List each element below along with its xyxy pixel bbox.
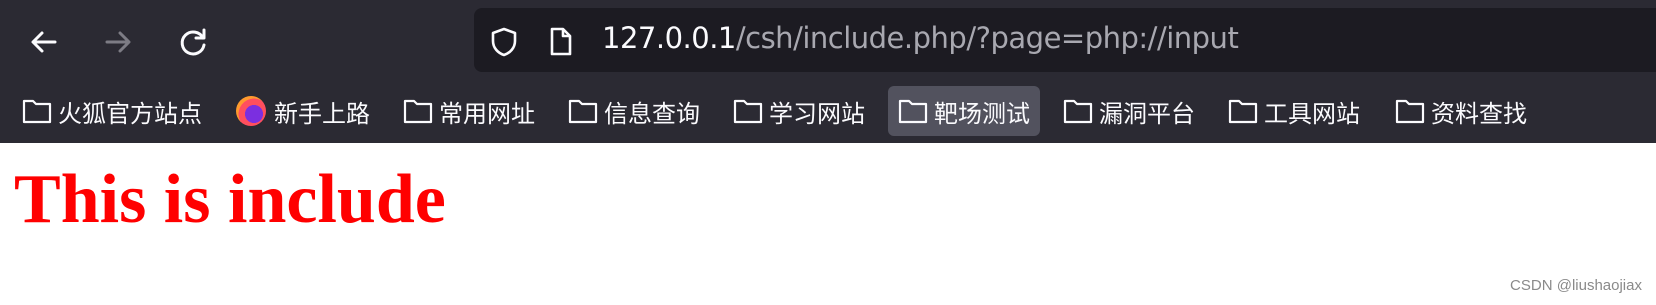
- folder-icon: [1395, 99, 1425, 124]
- reload-icon: [180, 28, 206, 56]
- back-button[interactable]: [24, 22, 64, 62]
- bookmark-label: 信息查询: [604, 99, 700, 128]
- bookmark-folder-changyong[interactable]: 常用网址: [403, 86, 535, 136]
- bookmark-folder-bachang[interactable]: 靶场测试: [888, 86, 1040, 136]
- url-text[interactable]: 127.0.0.1/csh/include.php/?page=php://in…: [602, 20, 1239, 56]
- bookmark-label: 工具网站: [1264, 99, 1360, 128]
- bookmark-folder-loudong[interactable]: 漏洞平台: [1063, 86, 1195, 136]
- bookmark-label: 火狐官方站点: [58, 99, 202, 128]
- forward-button[interactable]: [98, 22, 138, 62]
- folder-icon: [568, 99, 598, 124]
- arrow-left-icon: [31, 31, 57, 53]
- page-heading: This is include: [14, 161, 446, 238]
- folder-icon: [733, 99, 763, 124]
- bookmark-folder-huohu[interactable]: 火狐官方站点: [22, 86, 202, 136]
- arrow-right-icon: [105, 31, 131, 53]
- bookmark-folder-ziliao[interactable]: 资料查找: [1395, 86, 1527, 136]
- shield-icon[interactable]: [488, 26, 520, 58]
- page-icon[interactable]: [544, 26, 576, 58]
- bookmark-label: 学习网站: [769, 99, 865, 128]
- bookmark-label: 常用网址: [439, 99, 535, 128]
- folder-icon: [22, 99, 52, 124]
- bookmark-folder-xinxi[interactable]: 信息查询: [568, 86, 700, 136]
- bookmark-label: 漏洞平台: [1099, 99, 1195, 128]
- bookmark-label: 靶场测试: [934, 99, 1030, 128]
- firefox-icon: [236, 96, 266, 126]
- navigation-toolbar: 127.0.0.1/csh/include.php/?page=php://in…: [0, 0, 1656, 80]
- bookmark-label: 资料查找: [1431, 99, 1527, 128]
- reload-button[interactable]: [174, 22, 214, 62]
- folder-icon: [898, 99, 928, 124]
- watermark: CSDN @liushaojiax: [1510, 277, 1642, 294]
- folder-icon: [1063, 99, 1093, 124]
- url-host: 127.0.0.1: [602, 21, 736, 55]
- bookmark-folder-xuexi[interactable]: 学习网站: [733, 86, 865, 136]
- bookmark-folder-gongju[interactable]: 工具网站: [1228, 86, 1360, 136]
- bookmark-label: 新手上路: [274, 99, 370, 128]
- bookmarks-toolbar: 火狐官方站点 新手上路 常用网址 信息查询 学习网站 靶场测试 漏洞平台 工具网…: [0, 86, 1656, 138]
- bookmark-getting-started[interactable]: 新手上路: [236, 86, 370, 136]
- url-path: /csh/include.php/?page=php://input: [735, 21, 1239, 55]
- folder-icon: [1228, 99, 1258, 124]
- folder-icon: [403, 99, 433, 124]
- browser-chrome: 127.0.0.1/csh/include.php/?page=php://in…: [0, 0, 1656, 143]
